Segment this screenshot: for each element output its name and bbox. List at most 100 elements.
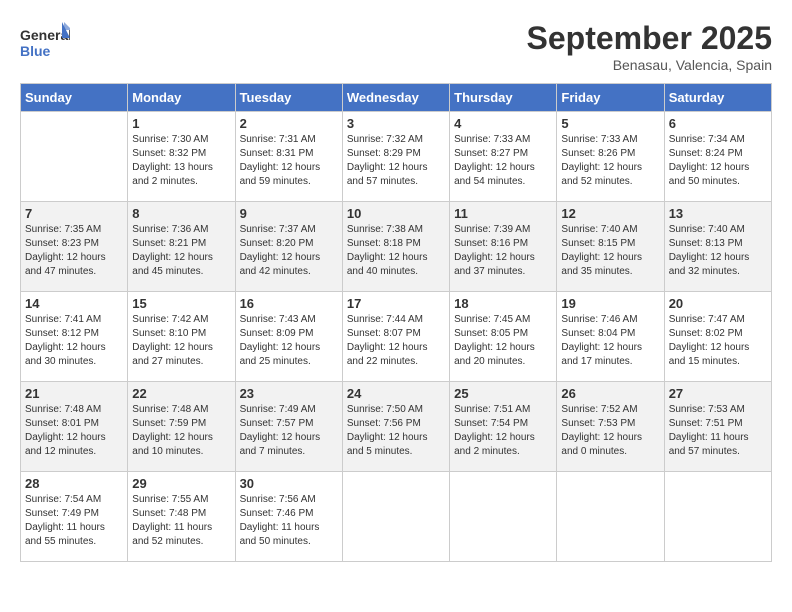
- day-info: Sunrise: 7:50 AM Sunset: 7:56 PM Dayligh…: [347, 403, 445, 459]
- calendar-cell: 22Sunrise: 7:48 AM Sunset: 7:59 PM Dayli…: [128, 382, 235, 472]
- day-info: Sunrise: 7:53 AM Sunset: 7:51 PM Dayligh…: [669, 403, 767, 459]
- calendar-cell: 25 Sunrise: 7:51 AM Sunset: 7:54 PM Dayli…: [450, 382, 557, 472]
- weekday-header-thursday: Thursday: [450, 84, 557, 112]
- calendar-cell: 16 Sunrise: 7:43 AM Sunset: 8:09 PM Dayli…: [235, 292, 342, 382]
- day-info: Sunrise: 7:46 AM Sunset: 8:04 PM Dayligh…: [561, 313, 659, 369]
- calendar-cell: 15Sunrise: 7:42 AM Sunset: 8:10 PM Dayli…: [128, 292, 235, 382]
- calendar-cell: 2 Sunrise: 7:31 AM Sunset: 8:31 PM Daylig…: [235, 112, 342, 202]
- svg-text:Blue: Blue: [20, 43, 51, 59]
- page-header: General Blue September 2025 Benasau, Val…: [20, 20, 772, 73]
- day-info: Sunrise: 7:32 AM Sunset: 8:29 PM Dayligh…: [347, 133, 445, 189]
- day-info: Sunrise: 7:35 AM Sunset: 8:23 PM Dayligh…: [25, 223, 123, 279]
- calendar-cell: 19 Sunrise: 7:46 AM Sunset: 8:04 PM Dayli…: [557, 292, 664, 382]
- day-info: Sunrise: 7:38 AM Sunset: 8:18 PM Dayligh…: [347, 223, 445, 279]
- calendar-cell: 23Sunrise: 7:49 AM Sunset: 7:57 PM Dayli…: [235, 382, 342, 472]
- day-info: Sunrise: 7:42 AM Sunset: 8:10 PM Dayligh…: [132, 313, 230, 369]
- calendar-cell: 18 Sunrise: 7:45 AM Sunset: 8:05 PM Dayli…: [450, 292, 557, 382]
- day-info: Sunrise: 7:33 AM Sunset: 8:26 PM Dayligh…: [561, 133, 659, 189]
- day-number: 3: [347, 116, 445, 131]
- day-number: 29: [132, 476, 230, 491]
- title-block: September 2025 Benasau, Valencia, Spain: [527, 20, 772, 73]
- calendar-cell: 17 Sunrise: 7:44 AM Sunset: 8:07 PM Dayli…: [342, 292, 449, 382]
- calendar-cell: 7Sunrise: 7:35 AM Sunset: 8:23 PM Daylig…: [21, 202, 128, 292]
- logo: General Blue: [20, 20, 70, 65]
- calendar-cell: 3 Sunrise: 7:32 AM Sunset: 8:29 PM Daylig…: [342, 112, 449, 202]
- day-number: 13: [669, 206, 767, 221]
- weekday-header-sunday: Sunday: [21, 84, 128, 112]
- calendar-cell: 10Sunrise: 7:38 AM Sunset: 8:18 PM Dayli…: [342, 202, 449, 292]
- day-info: Sunrise: 7:44 AM Sunset: 8:07 PM Dayligh…: [347, 313, 445, 369]
- day-number: 11: [454, 206, 552, 221]
- day-number: 23: [240, 386, 338, 401]
- day-number: 18: [454, 296, 552, 311]
- day-number: 30: [240, 476, 338, 491]
- day-number: 8: [132, 206, 230, 221]
- weekday-header-friday: Friday: [557, 84, 664, 112]
- calendar-cell: 26Sunrise: 7:52 AM Sunset: 7:53 PM Dayli…: [557, 382, 664, 472]
- day-info: Sunrise: 7:48 AM Sunset: 8:01 PM Dayligh…: [25, 403, 123, 459]
- calendar-cell: 28 Sunrise: 7:54 AM Sunset: 7:49 PM Dayli…: [21, 472, 128, 562]
- weekday-header-wednesday: Wednesday: [342, 84, 449, 112]
- calendar-cell: 24 Sunrise: 7:50 AM Sunset: 7:56 PM Dayli…: [342, 382, 449, 472]
- calendar-cell: 11 Sunrise: 7:39 AM Sunset: 8:16 PM Dayli…: [450, 202, 557, 292]
- day-number: 21: [25, 386, 123, 401]
- day-number: 25: [454, 386, 552, 401]
- calendar-cell: 6 Sunrise: 7:34 AM Sunset: 8:24 PM Daylig…: [664, 112, 771, 202]
- week-row-0: 1 Sunrise: 7:30 AM Sunset: 8:32 PM Daylig…: [21, 112, 772, 202]
- day-number: 20: [669, 296, 767, 311]
- day-info: Sunrise: 7:47 AM Sunset: 8:02 PM Dayligh…: [669, 313, 767, 369]
- month-title: September 2025: [527, 20, 772, 57]
- day-info: Sunrise: 7:52 AM Sunset: 7:53 PM Dayligh…: [561, 403, 659, 459]
- day-info: Sunrise: 7:39 AM Sunset: 8:16 PM Dayligh…: [454, 223, 552, 279]
- day-number: 17: [347, 296, 445, 311]
- calendar-cell: 4 Sunrise: 7:33 AM Sunset: 8:27 PM Daylig…: [450, 112, 557, 202]
- calendar-cell: 13 Sunrise: 7:40 AM Sunset: 8:13 PM Dayli…: [664, 202, 771, 292]
- calendar-cell: 27 Sunrise: 7:53 AM Sunset: 7:51 PM Dayli…: [664, 382, 771, 472]
- calendar-cell: [450, 472, 557, 562]
- calendar-cell: 29 Sunrise: 7:55 AM Sunset: 7:48 PM Dayli…: [128, 472, 235, 562]
- weekday-header-row: SundayMondayTuesdayWednesdayThursdayFrid…: [21, 84, 772, 112]
- day-number: 14: [25, 296, 123, 311]
- day-info: Sunrise: 7:31 AM Sunset: 8:31 PM Dayligh…: [240, 133, 338, 189]
- calendar-cell: 1 Sunrise: 7:30 AM Sunset: 8:32 PM Daylig…: [128, 112, 235, 202]
- day-number: 28: [25, 476, 123, 491]
- day-number: 27: [669, 386, 767, 401]
- calendar-cell: 8 Sunrise: 7:36 AM Sunset: 8:21 PM Daylig…: [128, 202, 235, 292]
- calendar-cell: 14Sunrise: 7:41 AM Sunset: 8:12 PM Dayli…: [21, 292, 128, 382]
- calendar-cell: 30Sunrise: 7:56 AM Sunset: 7:46 PM Dayli…: [235, 472, 342, 562]
- day-info: Sunrise: 7:54 AM Sunset: 7:49 PM Dayligh…: [25, 493, 123, 549]
- day-number: 16: [240, 296, 338, 311]
- day-number: 9: [240, 206, 338, 221]
- day-info: Sunrise: 7:48 AM Sunset: 7:59 PM Dayligh…: [132, 403, 230, 459]
- calendar-cell: 20 Sunrise: 7:47 AM Sunset: 8:02 PM Dayli…: [664, 292, 771, 382]
- day-info: Sunrise: 7:40 AM Sunset: 8:13 PM Dayligh…: [669, 223, 767, 279]
- calendar-cell: 21 Sunrise: 7:48 AM Sunset: 8:01 PM Dayli…: [21, 382, 128, 472]
- day-number: 4: [454, 116, 552, 131]
- day-number: 5: [561, 116, 659, 131]
- calendar-cell: [557, 472, 664, 562]
- weekday-header-tuesday: Tuesday: [235, 84, 342, 112]
- week-row-2: 14Sunrise: 7:41 AM Sunset: 8:12 PM Dayli…: [21, 292, 772, 382]
- day-number: 24: [347, 386, 445, 401]
- calendar-cell: [664, 472, 771, 562]
- calendar-table: SundayMondayTuesdayWednesdayThursdayFrid…: [20, 83, 772, 562]
- day-number: 6: [669, 116, 767, 131]
- day-info: Sunrise: 7:34 AM Sunset: 8:24 PM Dayligh…: [669, 133, 767, 189]
- day-info: Sunrise: 7:33 AM Sunset: 8:27 PM Dayligh…: [454, 133, 552, 189]
- week-row-1: 7Sunrise: 7:35 AM Sunset: 8:23 PM Daylig…: [21, 202, 772, 292]
- calendar-cell: [342, 472, 449, 562]
- location-subtitle: Benasau, Valencia, Spain: [527, 57, 772, 73]
- day-number: 19: [561, 296, 659, 311]
- day-info: Sunrise: 7:36 AM Sunset: 8:21 PM Dayligh…: [132, 223, 230, 279]
- day-info: Sunrise: 7:55 AM Sunset: 7:48 PM Dayligh…: [132, 493, 230, 549]
- day-info: Sunrise: 7:37 AM Sunset: 8:20 PM Dayligh…: [240, 223, 338, 279]
- day-number: 2: [240, 116, 338, 131]
- calendar-cell: 9 Sunrise: 7:37 AM Sunset: 8:20 PM Daylig…: [235, 202, 342, 292]
- day-info: Sunrise: 7:45 AM Sunset: 8:05 PM Dayligh…: [454, 313, 552, 369]
- day-info: Sunrise: 7:51 AM Sunset: 7:54 PM Dayligh…: [454, 403, 552, 459]
- week-row-3: 21 Sunrise: 7:48 AM Sunset: 8:01 PM Dayli…: [21, 382, 772, 472]
- day-info: Sunrise: 7:43 AM Sunset: 8:09 PM Dayligh…: [240, 313, 338, 369]
- calendar-cell: 5 Sunrise: 7:33 AM Sunset: 8:26 PM Daylig…: [557, 112, 664, 202]
- day-info: Sunrise: 7:30 AM Sunset: 8:32 PM Dayligh…: [132, 133, 230, 189]
- day-number: 1: [132, 116, 230, 131]
